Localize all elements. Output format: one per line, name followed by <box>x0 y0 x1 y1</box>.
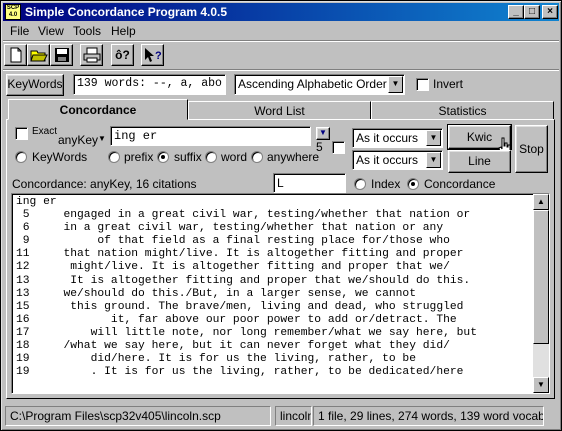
keywords-button[interactable]: KeyWords <box>6 74 64 96</box>
window-title: Simple Concordance Program 4.0.5 <box>25 5 228 19</box>
mode-keywords-radio[interactable] <box>15 151 27 163</box>
concordance-line: 12 might/live. It is altogether fitting … <box>16 261 450 274</box>
scroll-thumb[interactable] <box>533 210 549 344</box>
context-help-button[interactable]: ? <box>141 44 164 66</box>
concordance-line: 19 did/here. It is for us the living, ra… <box>16 353 416 366</box>
vertical-scrollbar[interactable]: ▲ ▼ <box>533 194 549 393</box>
citations-label: Concordance: anyKey, 16 citations <box>12 177 197 191</box>
stop-button[interactable]: Stop <box>515 125 548 173</box>
index-label: Index <box>371 177 401 191</box>
menu-bar: File View Tools Help <box>3 22 559 40</box>
new-document-button[interactable] <box>4 44 27 66</box>
scroll-down-button[interactable]: ▼ <box>533 377 549 393</box>
concordance-line: 13 we/should do this./But, in a larger s… <box>16 287 416 300</box>
mode-prefix-radio[interactable] <box>108 151 120 163</box>
new-document-icon <box>10 47 21 63</box>
tab-concordance[interactable]: Concordance <box>8 99 188 120</box>
concordance-line: 17 will little note, nor long remember/w… <box>16 326 477 339</box>
mode-word-label: word <box>221 150 248 164</box>
concordance-line: 9 of that field as a final resting place… <box>16 235 450 248</box>
concordance-header: ing er <box>16 196 57 208</box>
title-bar[interactable]: SCP 4.0 Simple Concordance Program 4.0.5… <box>3 3 559 21</box>
concordance-line: 6 in a great civil war, testing/whether … <box>16 222 444 235</box>
mode-anywhere-label: anywhere <box>267 150 320 164</box>
exact-label: Exact <box>32 126 58 137</box>
concordance-line: 16 it, far above our poor power to add o… <box>16 313 457 326</box>
menu-separator <box>3 40 559 42</box>
chevron-down-icon: ▼ <box>319 128 327 137</box>
tab-word-list[interactable]: Word List <box>188 101 371 120</box>
sort-select-2-value: As it occurs <box>356 153 419 167</box>
mode-anywhere-radio[interactable] <box>251 151 263 163</box>
concordance-line: 19 . It is for us the living, rather, to… <box>16 366 464 379</box>
svg-text:?: ? <box>155 50 162 62</box>
lookup-icon: ô? <box>115 48 130 62</box>
concordance-line: 5 engaged in a great civil war, testing/… <box>16 209 471 222</box>
mode-word-radio[interactable] <box>205 151 217 163</box>
save-button[interactable] <box>50 44 73 66</box>
menu-help[interactable]: Help <box>111 24 136 38</box>
index-radio[interactable] <box>354 178 366 190</box>
invert-checkbox[interactable] <box>416 78 429 91</box>
status-path: C:\Program Files\scp32v405\lincoln.scp <box>5 406 271 426</box>
exact-checkbox[interactable] <box>15 127 28 140</box>
open-folder-icon <box>29 50 48 62</box>
minimize-button[interactable]: _ <box>508 5 524 19</box>
query-dropdown-button[interactable]: ▼ <box>316 127 330 140</box>
sort-select-2[interactable]: As it occurs ▼ <box>352 150 443 170</box>
app-icon[interactable]: SCP 4.0 <box>5 4 21 20</box>
scroll-up-button[interactable]: ▲ <box>533 194 549 210</box>
maximize-button[interactable]: □ <box>524 5 540 19</box>
concordance-line: 18 /what we say here, but it can never f… <box>16 340 450 353</box>
menu-view[interactable]: View <box>38 24 64 38</box>
print-icon <box>83 47 100 63</box>
anykey-label[interactable]: anyKey <box>58 133 98 147</box>
concordance-line: 11 that nation might/live. It is altoget… <box>16 248 464 261</box>
chevron-down-icon[interactable]: ▼ <box>388 76 403 93</box>
order-select[interactable]: Ascending Alphabetic Order ▼ <box>234 74 405 95</box>
chevron-down-icon[interactable]: ▼ <box>426 152 441 168</box>
close-button[interactable]: × <box>542 5 558 19</box>
sort-select-1[interactable]: As it occurs ▼ <box>352 128 443 148</box>
sort-select-1-value: As it occurs <box>356 131 419 145</box>
toolbar-separator <box>3 69 559 71</box>
order-select-value: Ascending Alphabetic Order <box>238 77 387 91</box>
concordance-radio[interactable] <box>407 178 419 190</box>
concordance-lines: ing er 5 engaged in a great civil war, t… <box>16 196 477 379</box>
menu-tools[interactable]: Tools <box>73 24 101 38</box>
save-icon <box>54 48 69 62</box>
concordance-line: 15 this ground. The brave/men, living an… <box>16 300 464 313</box>
mode-suffix-label: suffix <box>174 150 202 164</box>
search-query-input[interactable]: ing er <box>110 126 311 146</box>
status-bar: C:\Program Files\scp32v405\lincoln.scp l… <box>3 404 559 428</box>
letter-input[interactable]: L <box>273 173 346 193</box>
open-button[interactable] <box>27 44 50 66</box>
status-file: lincoln <box>275 406 312 426</box>
arrow-down-icon: ▼ <box>537 380 545 389</box>
mode-prefix-label: prefix <box>124 150 154 164</box>
concordance-label: Concordance <box>424 177 496 191</box>
mode-keywords-label: KeyWords <box>32 150 88 164</box>
mode-suffix-radio[interactable] <box>157 151 169 163</box>
word-list-field[interactable]: 139 words: --, a, abo <box>73 74 226 95</box>
tab-statistics[interactable]: Statistics <box>371 101 554 120</box>
concordance-line: 13 It is altogether fitting and proper t… <box>16 274 471 287</box>
spin-checkbox[interactable] <box>332 141 345 154</box>
arrow-up-icon: ▲ <box>537 197 545 206</box>
context-help-icon: ? <box>144 48 162 62</box>
status-summary: 1 file, 29 lines, 274 words, 139 word vo… <box>313 406 544 426</box>
print-button[interactable] <box>80 44 103 66</box>
lookup-button[interactable]: ô? <box>111 44 134 66</box>
chevron-down-icon[interactable]: ▼ <box>426 130 441 146</box>
concordance-text-area[interactable]: ing er 5 engaged in a great civil war, t… <box>11 193 550 394</box>
menu-file[interactable]: File <box>10 24 29 38</box>
anykey-dropdown-icon[interactable]: ▼ <box>98 134 106 143</box>
line-button[interactable]: Line <box>448 150 511 173</box>
invert-label: Invert <box>433 77 464 91</box>
